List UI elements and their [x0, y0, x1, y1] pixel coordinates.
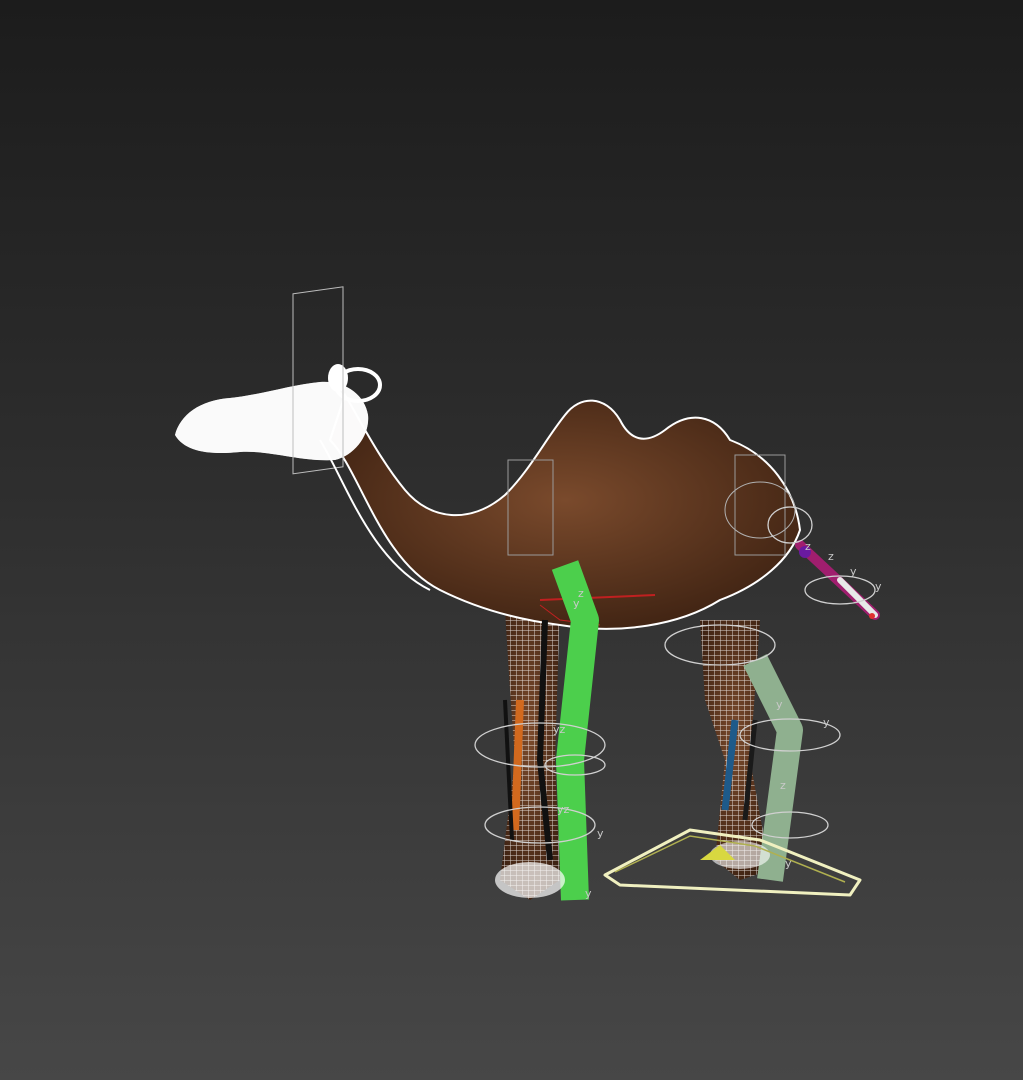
axis-label: y [823, 716, 830, 729]
camel-head[interactable] [175, 286, 382, 475]
axis-label: y [585, 887, 592, 900]
axis-label: z [780, 779, 786, 792]
axis-label: y [597, 827, 604, 840]
axis-label: yz [557, 803, 570, 816]
axis-label: z [828, 550, 834, 563]
axis-label: z [578, 587, 584, 600]
axis-label: y [850, 565, 857, 578]
axis-label: z [805, 540, 811, 553]
axis-label: yz [553, 723, 566, 736]
axis-label: y [875, 580, 882, 593]
axis-label: y [776, 698, 783, 711]
scene-canvas[interactable]: y z yz yz z y y z y y y z y y [0, 0, 1023, 1080]
3d-viewport[interactable]: y z yz yz z y y z y y y z y y [0, 0, 1023, 1080]
axis-label: y [785, 857, 792, 870]
